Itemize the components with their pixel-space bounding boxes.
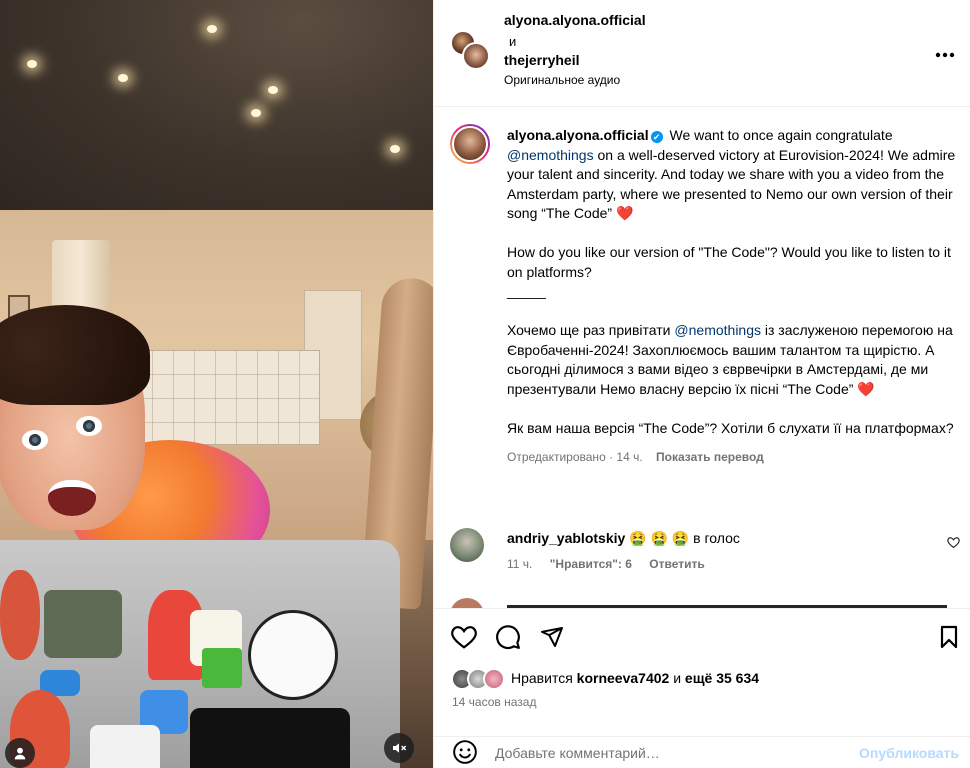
likes-user[interactable]: korneeva7402 <box>577 670 670 686</box>
avatar[interactable] <box>450 528 484 562</box>
comment-input[interactable] <box>495 741 835 765</box>
header-username-2[interactable]: thejerryheil <box>504 52 579 68</box>
comment-emojis: 🤮 🤮 🤮 <box>629 530 690 546</box>
header-and: и <box>509 34 517 49</box>
mute-icon[interactable] <box>384 733 414 763</box>
caption-avatar[interactable] <box>450 124 490 164</box>
caption-username[interactable]: alyona.alyona.official <box>507 127 649 143</box>
audio-link[interactable]: Оригинальное аудио <box>504 73 620 87</box>
comment-icon[interactable] <box>494 623 522 651</box>
reel-video[interactable] <box>0 0 433 768</box>
video-mouth <box>48 480 96 516</box>
translate-link[interactable]: Показать перевод <box>656 450 764 464</box>
likes-and: и <box>673 670 682 686</box>
video-laptop <box>0 540 400 768</box>
video-light <box>118 74 128 82</box>
mention-link[interactable]: @nemothings <box>674 322 761 338</box>
add-comment-bar: Опубликовать <box>434 736 970 768</box>
likes-prefix: Нравится <box>511 670 573 686</box>
heart-emoji: ❤️ <box>857 380 875 397</box>
post-timestamp[interactable]: 14 часов назад <box>452 695 536 709</box>
video-light <box>27 60 37 68</box>
header-username-1[interactable]: alyona.alyona.official <box>504 12 646 28</box>
edited-time: Отредактировано · 14 ч. <box>507 450 643 464</box>
caption-text: Хочемо ще раз привітати <box>507 322 671 338</box>
sticker <box>202 648 242 688</box>
video-light <box>268 86 278 94</box>
likes-count[interactable]: ещё 35 634 <box>685 670 759 686</box>
mention-link[interactable]: @nemothings <box>507 147 594 163</box>
comment-likes[interactable]: "Нравится": 6 <box>550 557 632 571</box>
sticker <box>0 570 40 660</box>
comment-like-icon[interactable] <box>947 536 960 552</box>
verified-icon: ✔ <box>650 131 663 143</box>
emoji-icon[interactable] <box>452 739 478 765</box>
collab-avatars[interactable] <box>450 30 490 72</box>
caption-meta: Отредактировано · 14 ч. Показать перевод <box>507 448 957 468</box>
post-panel: alyona.alyona.official и thejerryheil Ор… <box>433 0 970 768</box>
user-tag-icon[interactable] <box>5 738 35 768</box>
avatar[interactable] <box>450 598 484 608</box>
more-horizontal-icon[interactable] <box>935 38 955 64</box>
bookmark-icon[interactable] <box>935 623 963 651</box>
video-light <box>207 25 217 33</box>
comments-scroll[interactable]: alyona.alyona.official ✔ We want to once … <box>434 108 970 608</box>
video-eye <box>22 430 48 450</box>
video-light <box>251 109 261 117</box>
video-ceiling <box>0 0 433 210</box>
sticker <box>90 725 160 768</box>
sticker <box>190 708 350 768</box>
comment-text: в голос <box>693 530 740 546</box>
post-actions: Нравится korneeva7402 и ещё 35 634 14 ча… <box>434 608 970 736</box>
comment-time: 11 ч. <box>507 557 533 571</box>
sticker <box>248 610 338 700</box>
heart-emoji: ❤️ <box>615 205 634 221</box>
comment-username[interactable]: andriy_yablotskiy <box>507 530 625 546</box>
comment-meta: 11 ч. "Нравится": 6 Ответить <box>507 557 719 571</box>
comment-body: andriy_yablotskiy 🤮 🤮 🤮 в голос <box>507 530 740 547</box>
video-shelf <box>130 350 320 445</box>
sticker <box>44 590 122 658</box>
video-eye <box>76 416 102 436</box>
caption-text: We want to once again congratulate <box>669 127 893 143</box>
avatar[interactable] <box>483 668 505 690</box>
avatar[interactable] <box>462 42 490 70</box>
caption: alyona.alyona.official ✔ We want to once … <box>507 126 957 468</box>
publish-button[interactable]: Опубликовать <box>859 745 959 761</box>
caption-separator: _____ <box>507 283 546 299</box>
caption-text: How do you like our version of "The Code… <box>507 244 951 280</box>
reply-button[interactable]: Ответить <box>649 557 704 571</box>
heart-outline-icon[interactable] <box>450 623 478 651</box>
send-icon[interactable] <box>538 623 566 651</box>
video-light <box>390 145 400 153</box>
likes-summary: Нравится korneeva7402 и ещё 35 634 <box>511 670 759 686</box>
caption-text: Як вам наша версія “The Code”? Хотіли б … <box>507 419 954 436</box>
post-header: alyona.alyona.official и thejerryheil Ор… <box>434 0 970 107</box>
